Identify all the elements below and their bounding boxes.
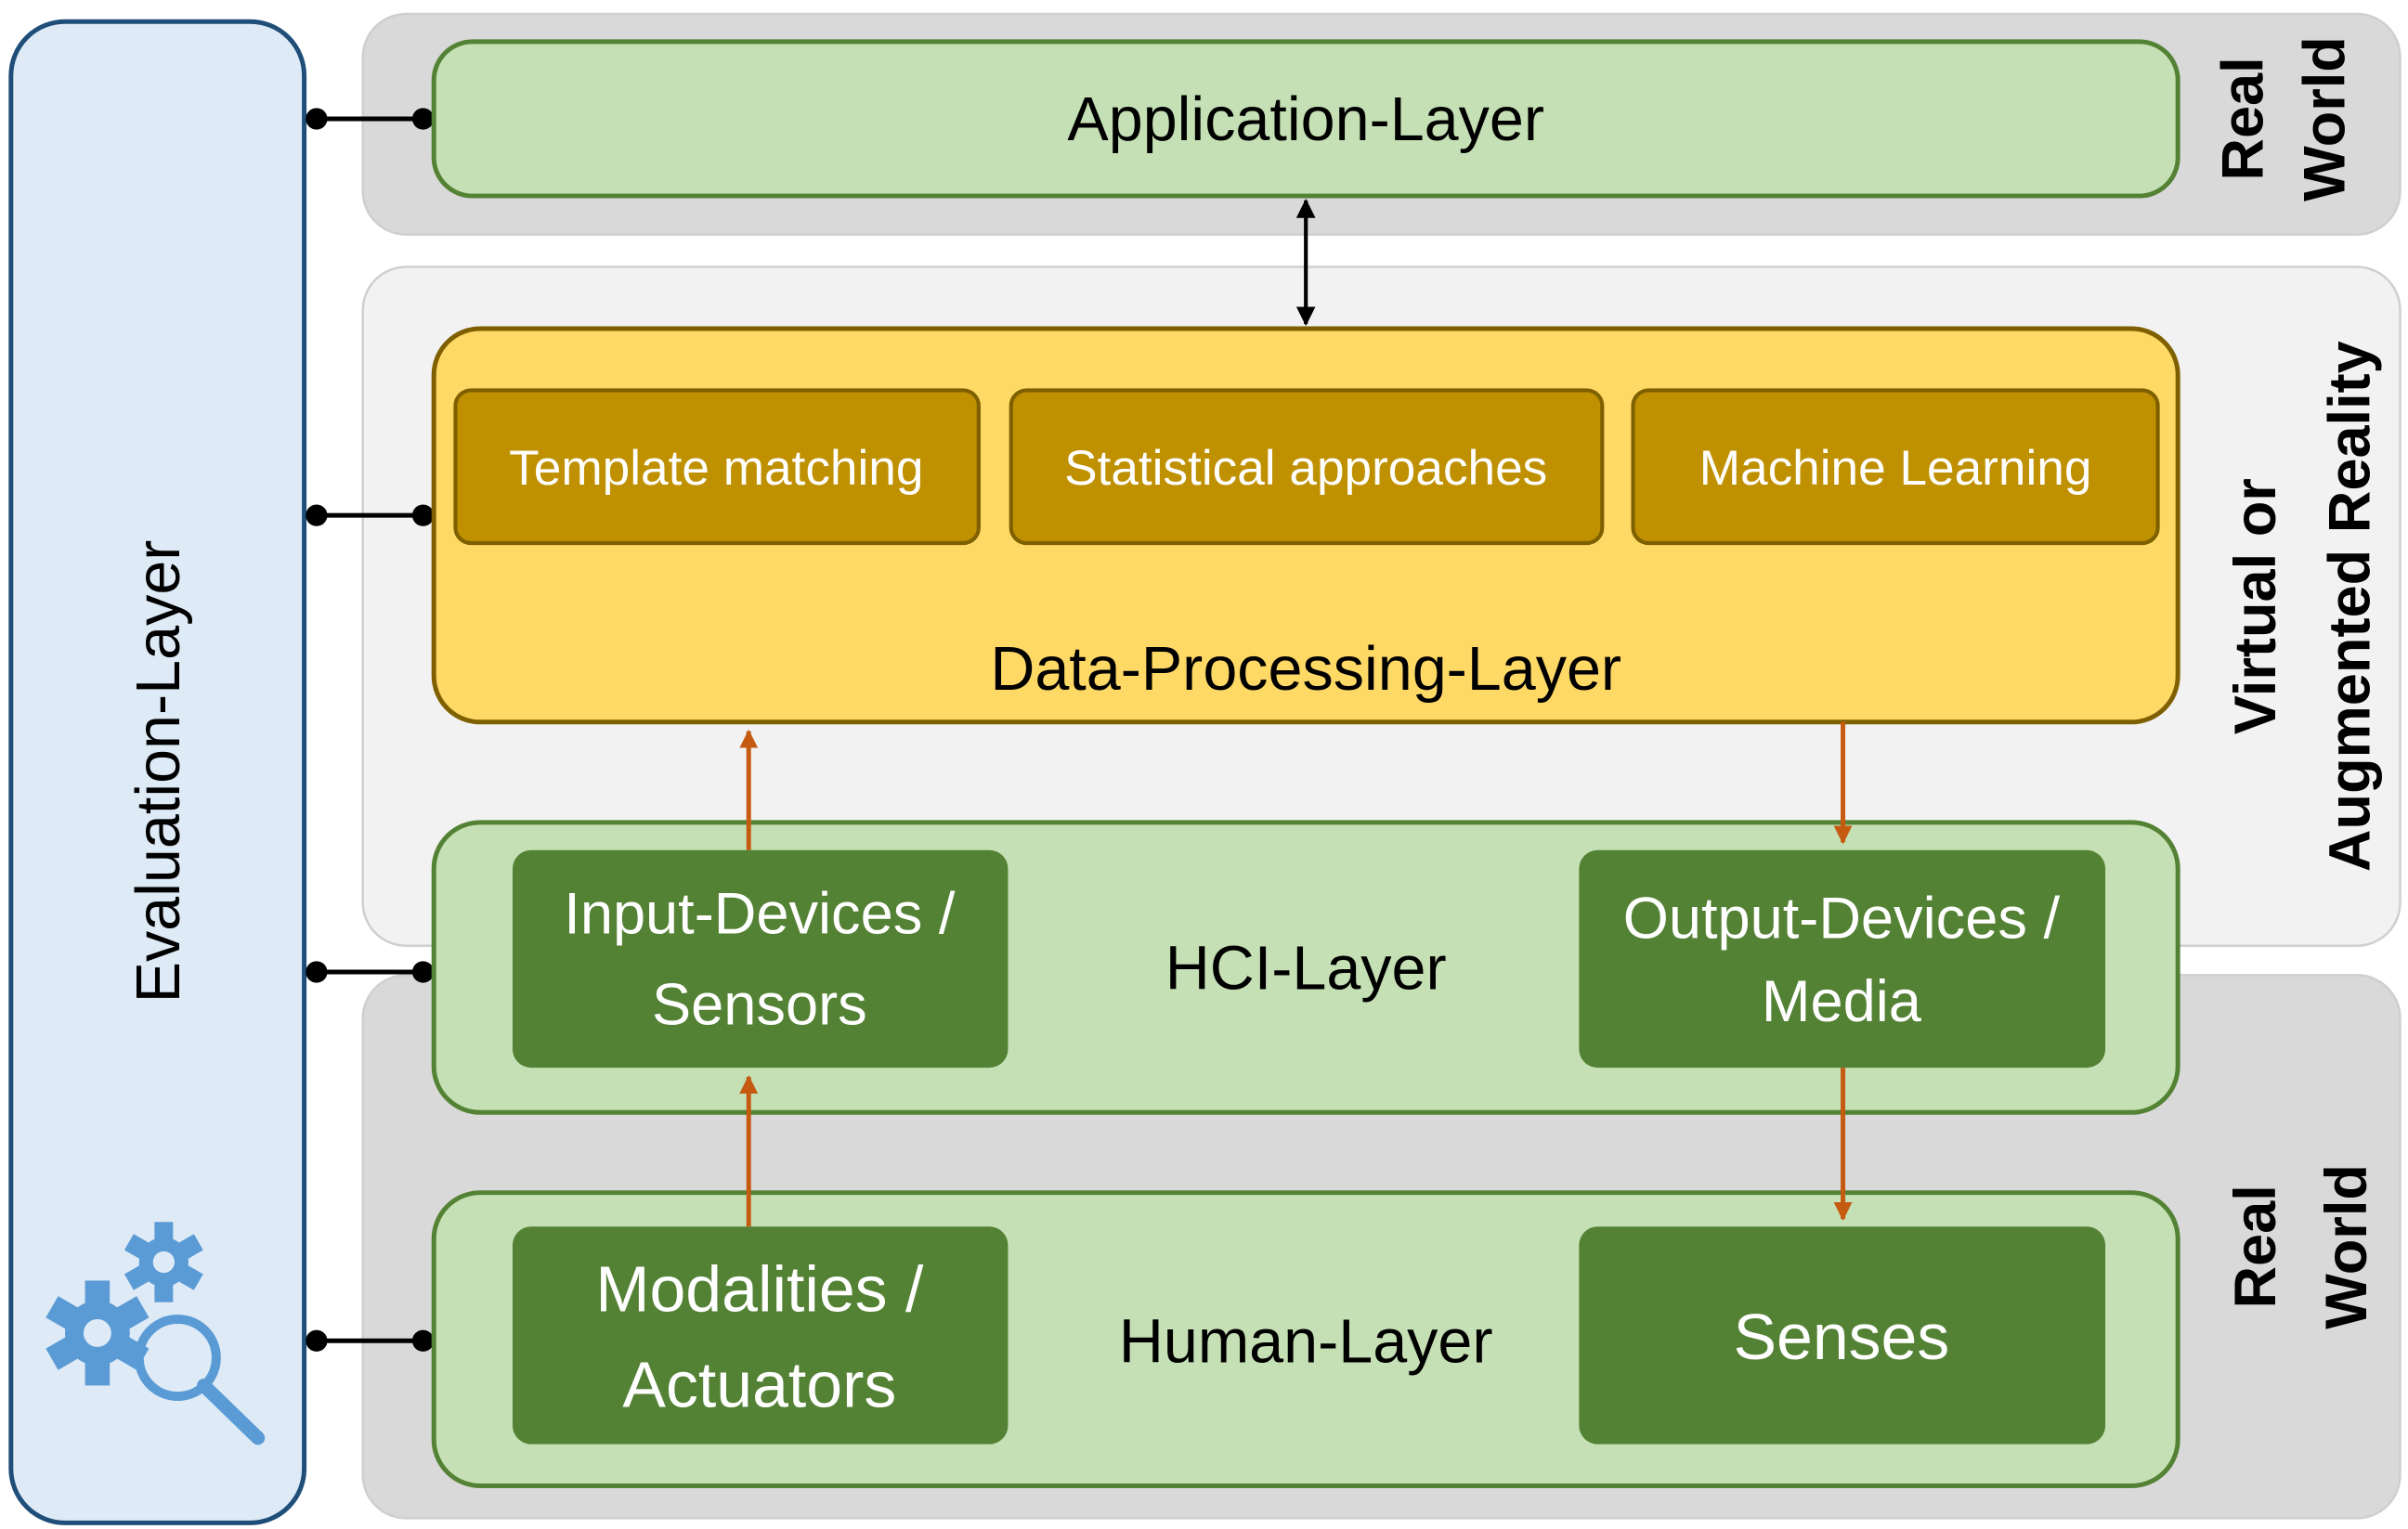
output-devices-label-1: Output-Devices / — [1623, 886, 2061, 951]
input-devices-label-1: Input-Devices / — [564, 881, 956, 946]
method-template-matching-label: Template matching — [509, 441, 923, 496]
data-processing-layer-label: Data-Processing-Layer — [990, 635, 1621, 704]
input-devices-label-2: Sensors — [652, 973, 867, 1038]
bottom-real-world-label-1: Real — [2223, 1185, 2288, 1308]
virtual-label-1: Virtual or — [2223, 478, 2288, 734]
top-real-world-label-2: World — [2293, 36, 2358, 201]
diagram: Evaluation-Layer Application-Layer Templ… — [8, 12, 2401, 1525]
modalities-label-1: Modalities / — [595, 1253, 924, 1326]
hci-layer-label: HCI-Layer — [1165, 934, 1447, 1003]
modalities-label-2: Actuators — [622, 1349, 896, 1421]
senses-label: Senses — [1733, 1301, 1949, 1373]
human-layer-label: Human-Layer — [1119, 1308, 1493, 1377]
method-machine-learning-label: Machine Learning — [1699, 441, 2092, 496]
application-layer-label: Application-Layer — [1067, 85, 1544, 154]
bottom-real-world-label-2: World — [2314, 1164, 2379, 1329]
evaluation-layer-label: Evaluation-Layer — [124, 540, 193, 1004]
output-devices-box[interactable] — [1579, 849, 2106, 1069]
top-real-world-label-1: Real — [2211, 57, 2276, 180]
virtual-label-2: Augmented Reality — [2317, 341, 2382, 872]
output-devices-label-2: Media — [1762, 969, 1922, 1034]
method-statistical-approaches-label: Statistical approaches — [1064, 441, 1547, 496]
